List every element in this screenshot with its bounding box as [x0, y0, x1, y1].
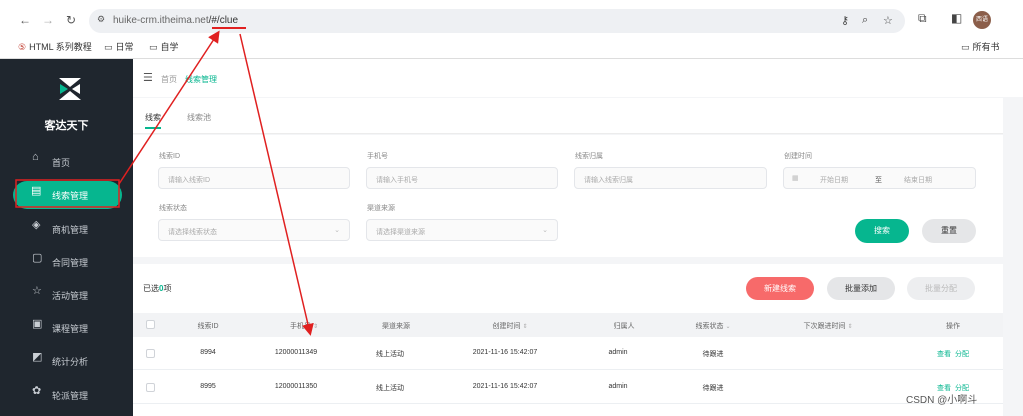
arrow-to-phone [239, 33, 314, 336]
menu-highlight-box [15, 179, 120, 208]
arrow-to-url [118, 30, 220, 185]
annotation-overlay [15, 27, 314, 336]
watermark: CSDN @小啊斗 [906, 395, 978, 406]
